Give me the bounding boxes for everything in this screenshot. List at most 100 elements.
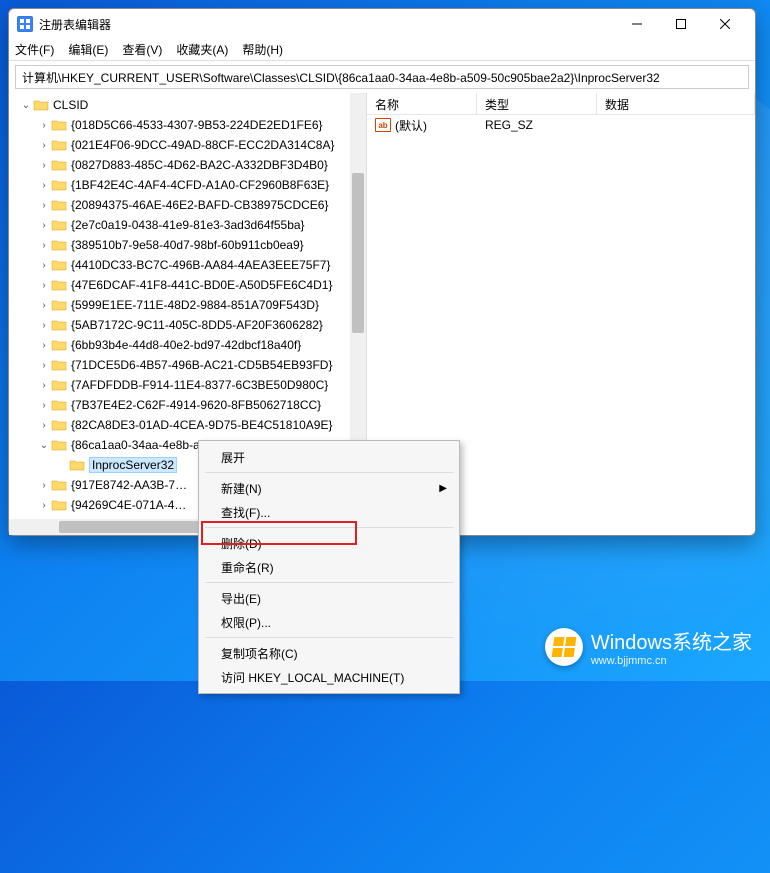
watermark-url: www.bjjmmc.cn [591,655,752,667]
tree-item[interactable]: ›{7AFDFDDB-F914-11E4-8377-6C3BE50D980C} [9,375,366,395]
scroll-thumb[interactable] [352,173,364,333]
ctx-goto-hklm[interactable]: 访问 HKEY_LOCAL_MACHINE(T) [201,665,457,689]
column-name[interactable]: 名称 [367,93,477,114]
tree-item[interactable]: › {0827D883-485C-4D62-BA2C-A332DBF3D4B0} [9,155,366,175]
menu-favorites[interactable]: 收藏夹(A) [176,41,228,58]
tree-item[interactable]: ⌄ CLSID [9,95,366,115]
tree-item[interactable]: › {71DCE5D6-4B57-496B-AC21-CD5B54EB93FD} [9,355,366,375]
tree-item[interactable]: › {5999E1EE-711E-48D2-9884-851A709F543D} [9,295,366,315]
folder-icon [51,318,67,332]
folder-icon [51,258,67,272]
expander-icon[interactable]: ⌄ [37,440,51,451]
folder-icon [69,458,85,472]
expander-icon[interactable]: › [37,420,51,431]
tree-item-label: {0827D883-485C-4D62-BA2C-A332DBF3D4B0} [71,158,328,172]
tree-item-label: {917E8742-AA3B-7… [71,478,187,492]
folder-icon [51,338,67,352]
tree-item[interactable]: ›{2e7c0a19-0438-41e9-81e3-3ad3d64f55ba} [9,215,366,235]
tree-item-label: {20894375-46AE-46E2-BAFD-CB38975CDCE6} [71,198,329,212]
folder-icon [51,118,67,132]
folder-icon [51,218,67,232]
ctx-expand[interactable]: 展开 [201,445,457,469]
tree-item-label: {47E6DCAF-41F8-441C-BD0E-A50D5FE6C4D1} [71,278,332,292]
address-bar[interactable]: 计算机\HKEY_CURRENT_USER\Software\Classes\C… [15,65,749,89]
tree-item[interactable]: › {1BF42E4C-4AF4-4CFD-A1A0-CF2960B8F63E} [9,175,366,195]
expander-icon[interactable]: › [37,180,51,191]
ctx-permissions[interactable]: 权限(P)... [201,610,457,634]
chevron-right-icon: ▶ [439,483,447,494]
tree-item[interactable]: › {6bb93b4e-44d8-40e2-bd97-42dbcf18a40f} [9,335,366,355]
menu-file[interactable]: 文件(F) [15,41,54,58]
tree-item[interactable]: › {021E4F06-9DCC-49AD-88CF-ECC2DA314C8A} [9,135,366,155]
expander-icon[interactable]: › [37,500,51,511]
maximize-button[interactable] [659,10,703,38]
folder-icon [51,178,67,192]
folder-icon [51,138,67,152]
expander-icon[interactable]: › [37,400,51,411]
folder-icon [51,298,67,312]
list-row[interactable]: ab (默认) REG_SZ [367,115,755,135]
tree-item-label: {021E4F06-9DCC-49AD-88CF-ECC2DA314C8A} [71,138,334,152]
titlebar[interactable]: 注册表编辑器 [9,9,755,39]
expander-icon[interactable]: › [37,260,51,271]
ctx-export[interactable]: 导出(E) [201,586,457,610]
tree-item[interactable]: › {82CA8DE3-01AD-4CEA-9D75-BE4C51810A9E} [9,415,366,435]
folder-icon [51,398,67,412]
tree-item-label: {4410DC33-BC7C-496B-AA84-4AEA3EEE75F7} [71,258,331,272]
tree-item-label: {94269C4E-071A-4… [71,498,186,512]
menubar: 文件(F) 编辑(E) 查看(V) 收藏夹(A) 帮助(H) [9,39,755,61]
close-button[interactable] [703,10,747,38]
tree-item[interactable]: › {47E6DCAF-41F8-441C-BD0E-A50D5FE6C4D1} [9,275,366,295]
tree-item-label: {6bb93b4e-44d8-40e2-bd97-42dbcf18a40f} [71,338,301,352]
tree-item-label: {389510b7-9e58-40d7-98bf-60b911cb0ea9} [71,238,304,252]
expander-icon[interactable]: › [37,360,51,371]
expander-icon[interactable]: ⌄ [19,100,33,111]
expander-icon[interactable]: › [37,240,51,251]
list-header: 名称 类型 数据 [367,93,755,115]
value-type: REG_SZ [477,118,597,132]
watermark: Windows系统之家 www.bjjmmc.cn [545,626,752,667]
expander-icon[interactable]: › [37,320,51,331]
ctx-new[interactable]: 新建(N)▶ [201,476,457,500]
tree-item[interactable]: › {389510b7-9e58-40d7-98bf-60b911cb0ea9} [9,235,366,255]
expander-icon[interactable]: › [37,140,51,151]
expander-icon[interactable]: › [37,480,51,491]
watermark-title: Windows系统之家 [591,626,752,655]
expander-icon[interactable]: › [37,280,51,291]
tree-item[interactable]: › {5AB7172C-9C11-405C-8DD5-AF20F3606282} [9,315,366,335]
tree-item-label: {5999E1EE-711E-48D2-9884-851A709F543D} [71,298,319,312]
address-text: 计算机\HKEY_CURRENT_USER\Software\Classes\C… [22,69,660,86]
expander-icon[interactable]: › [37,220,51,231]
tree-item-label: {71DCE5D6-4B57-496B-AC21-CD5B54EB93FD} [71,358,332,372]
tree-item-label: {018D5C66-4533-4307-9B53-224DE2ED1FE6} [71,118,323,132]
window-title: 注册表编辑器 [39,16,609,33]
annotation-highlight [201,521,357,545]
tree-item[interactable]: ›{7B37E4E2-C62F-4914-9620-8FB5062718CC} [9,395,366,415]
folder-icon [51,198,67,212]
ctx-copy-key-name[interactable]: 复制项名称(C) [201,641,457,665]
tree-item-label: CLSID [53,98,88,112]
expander-icon[interactable]: › [37,120,51,131]
tree-item[interactable]: › {20894375-46AE-46E2-BAFD-CB38975CDCE6} [9,195,366,215]
tree-item-label: {5AB7172C-9C11-405C-8DD5-AF20F3606282} [71,318,323,332]
ctx-rename[interactable]: 重命名(R) [201,555,457,579]
tree-item[interactable]: › {018D5C66-4533-4307-9B53-224DE2ED1FE6} [9,115,366,135]
tree-item-label: InprocServer32 [89,457,177,473]
menu-view[interactable]: 查看(V) [122,41,162,58]
minimize-button[interactable] [615,10,659,38]
expander-icon[interactable]: › [37,160,51,171]
expander-icon[interactable]: › [37,200,51,211]
tree-item-label: {82CA8DE3-01AD-4CEA-9D75-BE4C51810A9E} [71,418,333,432]
column-data[interactable]: 数据 [597,93,755,114]
expander-icon[interactable]: › [37,380,51,391]
value-name: (默认) [395,117,427,134]
folder-icon [51,418,67,432]
expander-icon[interactable]: › [37,340,51,351]
tree-item[interactable]: › {4410DC33-BC7C-496B-AA84-4AEA3EEE75F7} [9,255,366,275]
menu-help[interactable]: 帮助(H) [242,41,283,58]
folder-icon [51,378,67,392]
column-type[interactable]: 类型 [477,93,597,114]
menu-edit[interactable]: 编辑(E) [68,41,108,58]
tree-item-label: {1BF42E4C-4AF4-4CFD-A1A0-CF2960B8F63E} [71,178,329,192]
expander-icon[interactable]: › [37,300,51,311]
